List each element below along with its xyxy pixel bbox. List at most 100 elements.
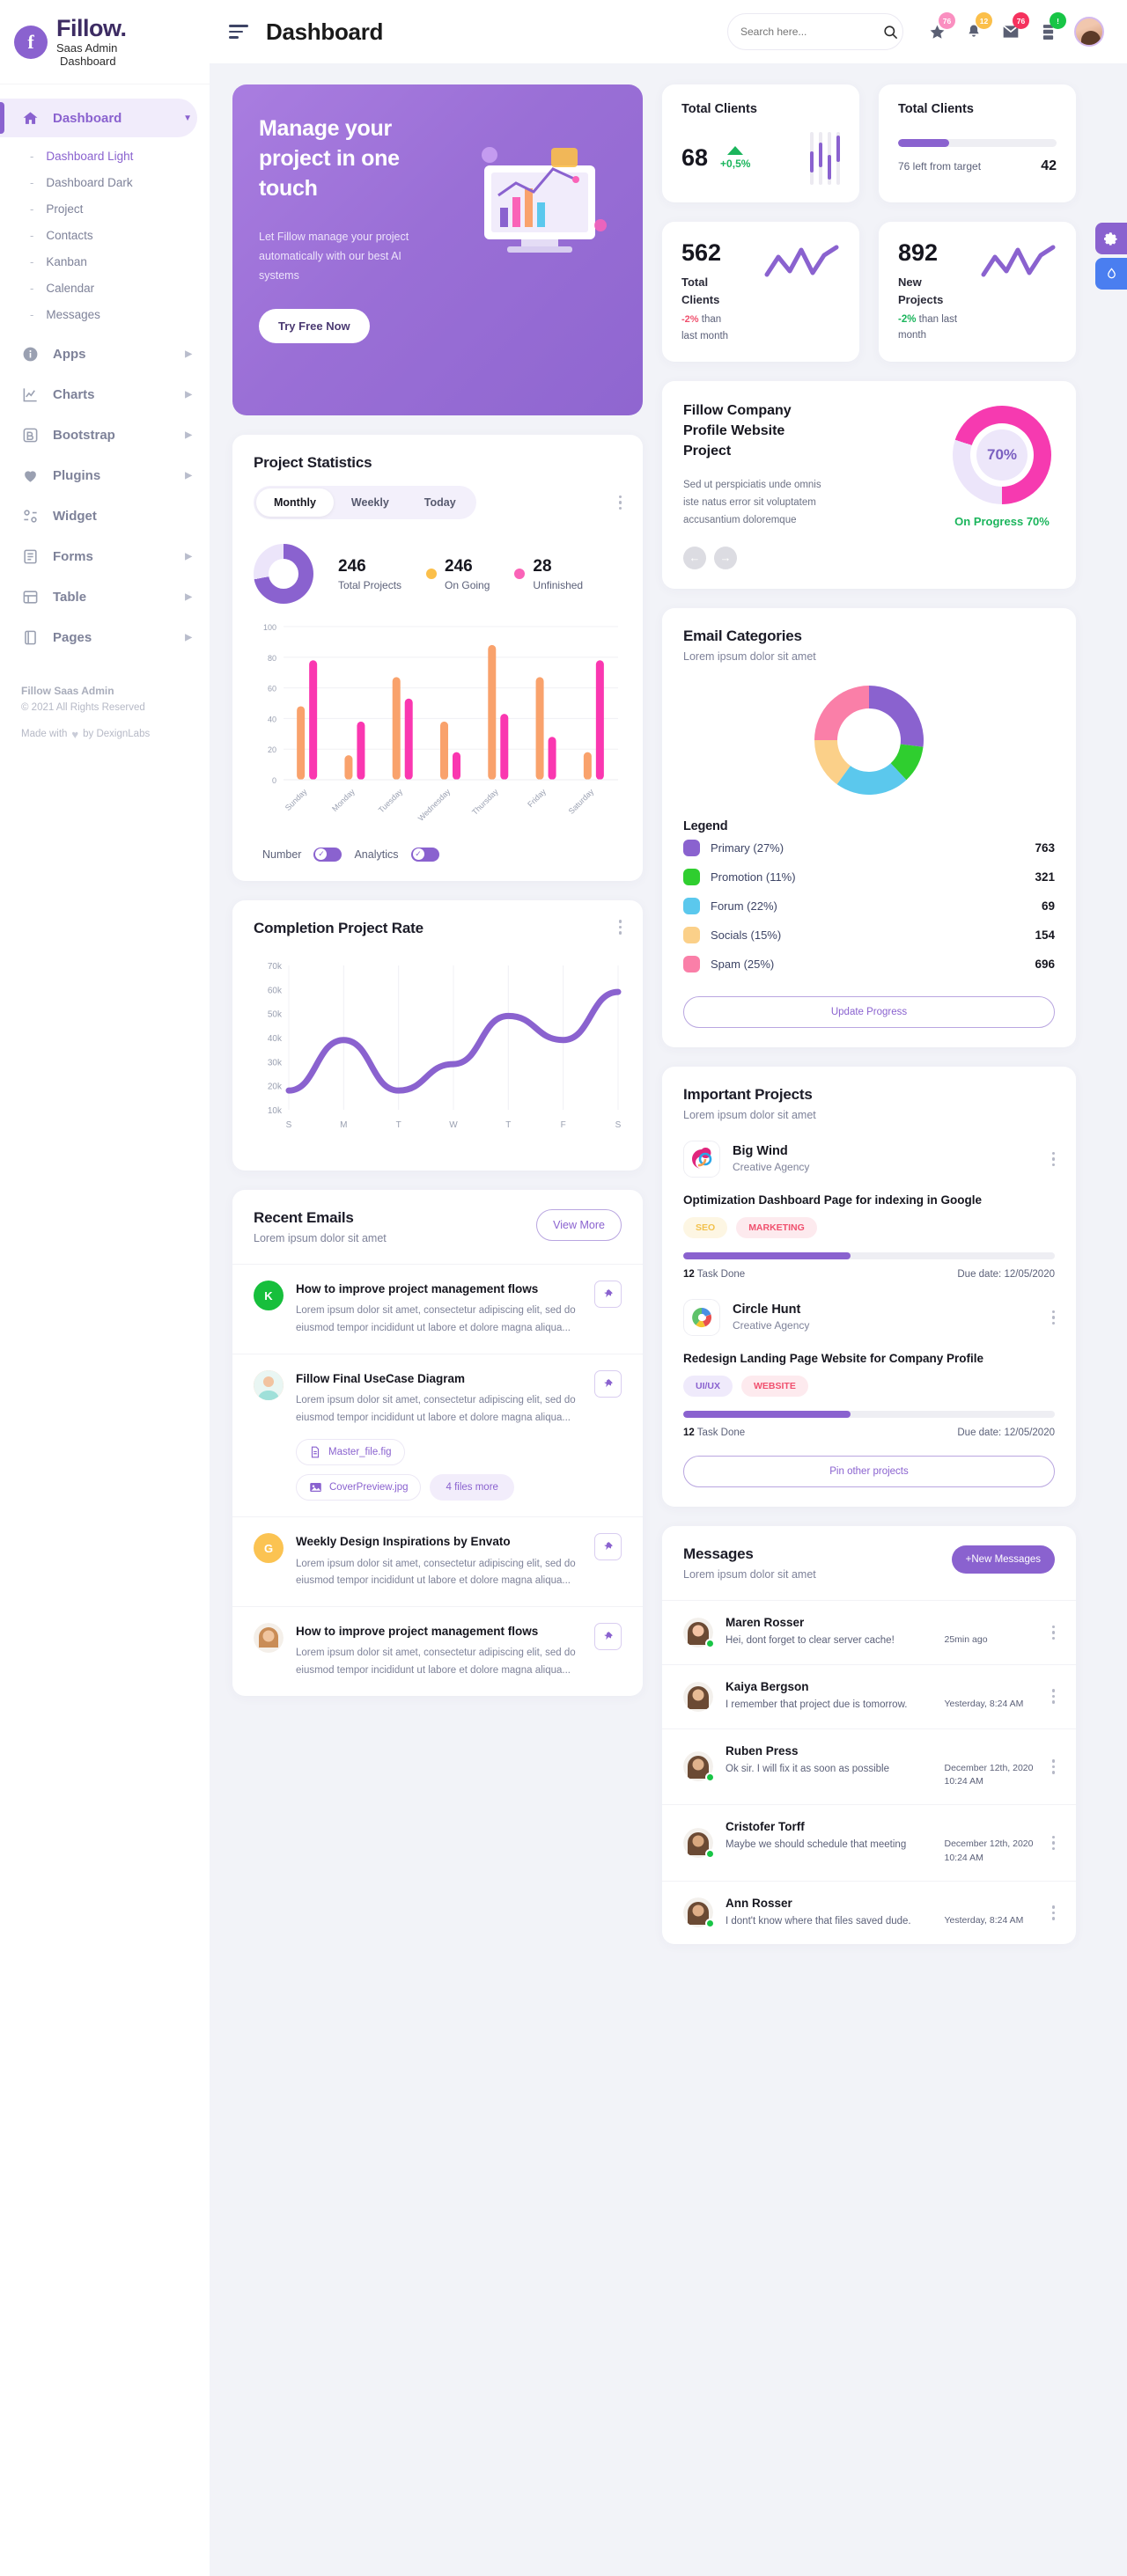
svg-text:40: 40 — [268, 715, 276, 723]
message-menu-button[interactable] — [1051, 1835, 1055, 1851]
email-text: Lorem ipsum dolor sit amet, consectetur … — [296, 1648, 576, 1676]
message-menu-button[interactable] — [1051, 1905, 1055, 1920]
view-more-button[interactable]: View More — [536, 1209, 622, 1241]
status-badge[interactable]: MARKETING — [736, 1216, 817, 1238]
status-badge[interactable]: WEBSITE — [741, 1375, 808, 1397]
sidebar-item-plugins[interactable]: Plugins ▶ — [0, 456, 197, 495]
user-avatar[interactable] — [1074, 17, 1104, 47]
project-row[interactable]: Big Wind Creative Agency — [683, 1140, 1055, 1178]
menu-toggle-button[interactable] — [229, 25, 250, 39]
brand[interactable]: f Fillow. Saas Admin Dashboard — [0, 0, 210, 84]
bell-icon[interactable]: 12 — [963, 12, 992, 43]
completion-rate-title: Completion Project Rate — [254, 920, 424, 936]
envelope-icon[interactable]: 76 — [1000, 12, 1029, 43]
sidebar-subitem-calendar[interactable]: - Calendar — [0, 275, 210, 301]
star-icon[interactable]: 76 — [926, 12, 955, 43]
file-chip-cover-preview[interactable]: CoverPreview.jpg — [296, 1474, 422, 1501]
pin-icon[interactable] — [594, 1623, 622, 1651]
total-projects-value: 246 — [338, 556, 366, 576]
list-item[interactable]: Ann Rosser I dont't know where that files… — [662, 1880, 1076, 1945]
pin-icon[interactable] — [594, 1281, 622, 1308]
svg-text:W: W — [449, 1120, 458, 1130]
tab-weekly[interactable]: Weekly — [334, 488, 407, 517]
task-done-label: Task Done — [696, 1268, 746, 1280]
message-menu-button[interactable] — [1051, 1689, 1055, 1704]
pin-other-projects-button[interactable]: Pin other projects — [683, 1455, 1055, 1487]
dash-icon: - — [30, 281, 34, 295]
list-item[interactable]: Kaiya Bergson I remember that project due… — [662, 1663, 1076, 1728]
task-count: 12 — [683, 1427, 695, 1438]
sidebar-subitem-kanban[interactable]: - Kanban — [0, 248, 210, 275]
settings-gear-button[interactable] — [1095, 223, 1127, 254]
toggle-analytics-switch[interactable] — [410, 848, 439, 862]
sidebar-item-dashboard[interactable]: Dashboard ▼ — [0, 99, 197, 137]
pin-icon[interactable] — [594, 1533, 622, 1561]
search-input[interactable] — [740, 26, 877, 38]
project-statistics-menu-button[interactable] — [618, 495, 622, 510]
grid-icon[interactable]: ! — [1037, 12, 1066, 43]
toggle-analytics-label: Analytics — [354, 848, 399, 861]
sidebar-item-bootstrap[interactable]: Bootstrap ▶ — [0, 415, 197, 454]
list-item[interactable]: Fillow Final UseCase Diagram Lorem ipsum… — [232, 1353, 643, 1517]
project-row[interactable]: Circle Hunt Creative Agency — [683, 1298, 1055, 1336]
sidebar-subitem-dashboard-light[interactable]: - Dashboard Light — [0, 143, 210, 169]
project-menu-button[interactable] — [1051, 1310, 1055, 1325]
sidebar-item-table[interactable]: Table ▶ — [0, 577, 197, 616]
project-menu-button[interactable] — [1051, 1151, 1055, 1167]
next-button[interactable]: → — [714, 546, 737, 569]
chevron-right-icon: ▶ — [185, 389, 192, 400]
list-item[interactable]: Cristofer Torff Maybe we should schedule … — [662, 1804, 1076, 1881]
total-clients-card-2: Total Clients 76 left from target 42 — [879, 84, 1076, 202]
tab-monthly[interactable]: Monthly — [256, 488, 334, 517]
sidebar-item-widget[interactable]: Widget — [0, 496, 197, 535]
toggle-number-switch[interactable] — [313, 848, 343, 862]
more-files-button[interactable]: 4 files more — [430, 1474, 514, 1501]
sidebar-subitem-project[interactable]: - Project — [0, 195, 210, 222]
email-categories-donut-chart — [683, 679, 1055, 802]
project-statistics-title: Project Statistics — [254, 454, 372, 471]
completion-rate-line-chart: 10k 20k 30k 40k 50k 60k 70k S M T W T F S — [254, 953, 622, 1151]
tab-today[interactable]: Today — [407, 488, 474, 517]
svg-text:20: 20 — [268, 745, 276, 754]
update-progress-button[interactable]: Update Progress — [683, 995, 1055, 1028]
status-badge[interactable]: SEO — [683, 1216, 728, 1238]
svg-text:0: 0 — [272, 776, 276, 785]
list-item[interactable]: Ruben Press Ok sir. I will fix it as soon… — [662, 1728, 1076, 1805]
svg-text:Friday: Friday — [526, 787, 548, 809]
file-chip-master-file[interactable]: Master_file.fig — [296, 1439, 405, 1466]
sparkline-icon — [981, 239, 1057, 344]
status-badge[interactable]: UI/UX — [683, 1375, 733, 1397]
sidebar-subitem-contacts[interactable]: - Contacts — [0, 222, 210, 248]
message-time: December 12th, 2020 10:24 AM — [944, 1762, 1034, 1787]
total-clients-3-value: 562 — [681, 239, 722, 266]
sidebar-item-charts[interactable]: Charts ▶ — [0, 375, 197, 414]
list-item[interactable]: Maren Rosser Hei, dont forget to clear se… — [662, 1599, 1076, 1664]
legend-label: Promotion (11%) — [711, 870, 796, 884]
sidebar-item-label: Forms — [53, 548, 93, 564]
search-icon[interactable] — [882, 24, 899, 40]
sidebar-subitem-messages[interactable]: - Messages — [0, 301, 210, 327]
avatar: K — [254, 1281, 284, 1310]
sidebar-item-apps[interactable]: Apps ▶ — [0, 334, 197, 373]
completion-rate-menu-button[interactable] — [618, 920, 622, 935]
theme-droplet-button[interactable] — [1095, 258, 1127, 290]
project-name: Big Wind — [733, 1144, 788, 1159]
search-box[interactable] — [727, 13, 903, 50]
sidebar-subitem-label: Calendar — [46, 281, 95, 295]
message-menu-button[interactable] — [1051, 1625, 1055, 1640]
new-messages-button[interactable]: +New Messages — [951, 1545, 1055, 1574]
list-item[interactable]: K How to improve project management flow… — [232, 1264, 643, 1354]
sidebar-item-pages[interactable]: Pages ▶ — [0, 618, 197, 657]
pin-icon[interactable] — [594, 1369, 622, 1398]
legend-color-chip — [683, 839, 700, 856]
email-text: Lorem ipsum dolor sit amet, consectetur … — [296, 1394, 576, 1423]
sidebar-subitem-dashboard-dark[interactable]: - Dashboard Dark — [0, 169, 210, 195]
sidebar-item-forms[interactable]: Forms ▶ — [0, 537, 197, 576]
try-free-now-button[interactable]: Try Free Now — [259, 308, 370, 343]
prev-button[interactable]: ← — [683, 546, 706, 569]
new-projects-delta: -2% — [898, 314, 917, 325]
list-item[interactable]: G Weekly Design Inspirations by Envato L… — [232, 1516, 643, 1606]
list-item[interactable]: How to improve project management flows … — [232, 1606, 643, 1696]
message-menu-button[interactable] — [1051, 1759, 1055, 1774]
dash-icon: - — [30, 254, 34, 268]
